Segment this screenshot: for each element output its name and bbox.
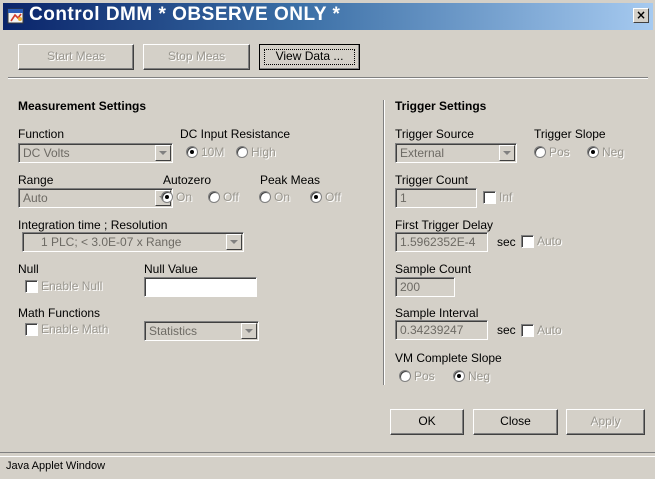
toolbar-divider bbox=[8, 77, 648, 79]
integration-select[interactable]: 1 PLC; < 3.0E-07 x Range bbox=[22, 232, 244, 252]
peak-meas-label: Peak Meas bbox=[260, 173, 321, 187]
ok-button[interactable]: OK bbox=[390, 409, 464, 435]
close-icon[interactable]: × bbox=[633, 8, 649, 23]
trigger-slope-neg-label: Neg bbox=[602, 145, 625, 159]
null-value-input[interactable] bbox=[144, 277, 257, 297]
view-data-button[interactable]: View Data ... bbox=[259, 44, 360, 70]
section-divider bbox=[383, 100, 385, 385]
sample-interval-auto-checkbox[interactable] bbox=[521, 324, 534, 337]
function-label: Function bbox=[18, 127, 65, 141]
trigger-slope-neg-radio[interactable] bbox=[587, 146, 599, 158]
vm-slope-pos-label: Pos bbox=[414, 369, 435, 383]
function-value: DC Volts bbox=[23, 146, 70, 160]
dialog-window: Control DMM * OBSERVE ONLY * × Start Mea… bbox=[0, 0, 655, 479]
trigger-count-value: 1 bbox=[400, 191, 407, 205]
status-bar: Java Applet Window bbox=[0, 456, 655, 479]
stop-meas-button[interactable]: Stop Meas bbox=[143, 44, 250, 70]
status-text: Java Applet Window bbox=[6, 460, 106, 472]
autozero-off-label: Off bbox=[223, 190, 239, 204]
integration-value: 1 PLC; < 3.0E-07 x Range bbox=[41, 235, 182, 249]
enable-null-label: Enable Null bbox=[41, 279, 103, 293]
window-title: Control DMM * OBSERVE ONLY * bbox=[29, 4, 341, 25]
close-button[interactable]: Close bbox=[473, 409, 558, 435]
dc-input-high-radio[interactable] bbox=[236, 146, 248, 158]
measurement-settings-heading: Measurement Settings bbox=[18, 99, 147, 113]
autozero-on-label: On bbox=[176, 190, 193, 204]
footer-divider bbox=[0, 452, 655, 453]
vm-slope-neg-radio[interactable] bbox=[453, 370, 465, 382]
sample-interval-label: Sample Interval bbox=[395, 306, 479, 320]
peak-meas-on-radio[interactable] bbox=[259, 191, 271, 203]
trigger-count-input[interactable]: 1 bbox=[395, 188, 477, 208]
java-applet-icon bbox=[7, 8, 24, 24]
enable-math-checkbox[interactable] bbox=[25, 323, 38, 336]
sample-interval-value: 0.34239247 bbox=[400, 323, 464, 337]
vm-slope-neg-label: Neg bbox=[468, 369, 491, 383]
enable-math-label: Enable Math bbox=[41, 322, 109, 336]
first-trigger-delay-unit: sec bbox=[497, 235, 516, 249]
trigger-slope-pos-radio[interactable] bbox=[534, 146, 546, 158]
chevron-down-icon[interactable] bbox=[155, 145, 171, 161]
first-trigger-delay-label: First Trigger Delay bbox=[395, 218, 494, 232]
sample-count-input[interactable]: 200 bbox=[395, 277, 455, 297]
apply-button[interactable]: Apply bbox=[566, 409, 645, 435]
math-function-select[interactable]: Statistics bbox=[144, 321, 259, 341]
trigger-slope-pos-label: Pos bbox=[549, 145, 570, 159]
trigger-count-label: Trigger Count bbox=[395, 173, 468, 187]
sample-interval-auto-label: Auto bbox=[537, 323, 562, 337]
first-trigger-delay-input[interactable]: 1.5962352E-4 bbox=[395, 232, 488, 252]
dc-input-resistance-label: DC Input Resistance bbox=[180, 127, 291, 141]
peak-meas-off-radio[interactable] bbox=[310, 191, 322, 203]
trigger-source-select[interactable]: External bbox=[395, 143, 517, 163]
math-functions-label: Math Functions bbox=[18, 306, 101, 320]
sample-interval-input[interactable]: 0.34239247 bbox=[395, 320, 488, 340]
dc-input-high-label: High bbox=[251, 145, 276, 159]
integration-label: Integration time ; Resolution bbox=[18, 218, 168, 232]
range-select[interactable]: Auto bbox=[18, 188, 173, 208]
vm-complete-slope-label: VM Complete Slope bbox=[395, 351, 502, 365]
autozero-label: Autozero bbox=[163, 173, 212, 187]
null-value-label: Null Value bbox=[144, 262, 198, 276]
trigger-slope-label: Trigger Slope bbox=[534, 127, 606, 141]
vm-slope-pos-radio[interactable] bbox=[399, 370, 411, 382]
sample-count-label: Sample Count bbox=[395, 262, 472, 276]
range-label: Range bbox=[18, 173, 54, 187]
title-bar[interactable]: Control DMM * OBSERVE ONLY * × bbox=[3, 3, 653, 30]
null-label: Null bbox=[18, 262, 39, 276]
function-select[interactable]: DC Volts bbox=[18, 143, 173, 163]
trigger-source-value: External bbox=[400, 146, 445, 160]
enable-null-checkbox[interactable] bbox=[25, 280, 38, 293]
range-value: Auto bbox=[23, 191, 48, 205]
start-meas-button[interactable]: Start Meas bbox=[18, 44, 134, 70]
autozero-off-radio[interactable] bbox=[208, 191, 220, 203]
autozero-on-radio[interactable] bbox=[161, 191, 173, 203]
dc-input-10m-label: 10M bbox=[201, 145, 225, 159]
trigger-count-inf-label: Inf bbox=[499, 190, 513, 204]
first-trigger-delay-value: 1.5962352E-4 bbox=[400, 235, 476, 249]
first-trigger-delay-auto-label: Auto bbox=[537, 234, 562, 248]
trigger-settings-heading: Trigger Settings bbox=[395, 99, 487, 113]
dc-input-10m-radio[interactable] bbox=[186, 146, 198, 158]
trigger-source-label: Trigger Source bbox=[395, 127, 474, 141]
chevron-down-icon[interactable] bbox=[241, 323, 257, 339]
trigger-count-inf-checkbox[interactable] bbox=[483, 191, 496, 204]
sample-count-value: 200 bbox=[400, 280, 421, 294]
chevron-down-icon[interactable] bbox=[226, 234, 242, 250]
peak-meas-off-label: Off bbox=[325, 190, 341, 204]
sample-interval-unit: sec bbox=[497, 323, 516, 337]
chevron-down-icon[interactable] bbox=[499, 145, 515, 161]
math-function-value: Statistics bbox=[149, 324, 198, 338]
first-trigger-delay-auto-checkbox[interactable] bbox=[521, 235, 534, 248]
peak-meas-on-label: On bbox=[274, 190, 291, 204]
